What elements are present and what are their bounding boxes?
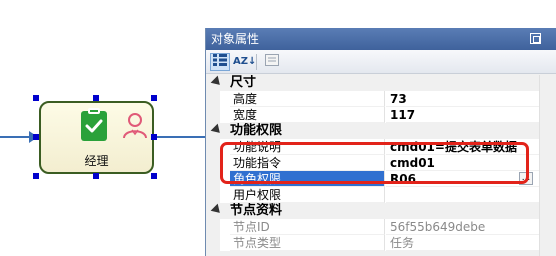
resize-handle-bottom[interactable] [93, 173, 99, 179]
panel-title: 对象属性 [211, 32, 260, 46]
resize-handle-bottom-left[interactable] [33, 173, 39, 179]
property-pages-icon[interactable] [262, 53, 282, 71]
property-value: 任务 [386, 235, 556, 251]
vertical-scrollbar[interactable] [539, 75, 556, 256]
category-label: 尺寸 [230, 75, 257, 90]
category-node-info[interactable]: 节点资料 [206, 203, 556, 219]
sort-alphabetical-button[interactable]: AZ↓ [232, 53, 256, 71]
panel-title-bar[interactable]: 对象属性 [206, 28, 556, 50]
resize-handle-top-left[interactable] [33, 95, 39, 101]
categorized-view-icon[interactable] [210, 53, 230, 71]
property-row-height[interactable]: 高度 73 [206, 91, 556, 107]
property-value[interactable]: 73 [386, 91, 556, 107]
property-value: 56f55b649debe [386, 219, 556, 235]
property-row-node-type[interactable]: 节点类型 任务 [206, 235, 556, 251]
category-size[interactable]: 尺寸 [206, 75, 556, 91]
resize-handle-top-right[interactable] [151, 95, 157, 101]
property-name: 高度 [230, 91, 385, 107]
category-label: 节点资料 [230, 203, 283, 218]
user-role-icon [121, 110, 149, 140]
outgoing-connector[interactable] [154, 136, 205, 138]
property-value[interactable] [386, 187, 556, 203]
toolbar-divider [256, 54, 257, 70]
property-value[interactable]: 117 [386, 107, 556, 123]
property-row-node-id[interactable]: 节点ID 56f55b649debe [206, 219, 556, 235]
resize-handle-bottom-right[interactable] [151, 173, 157, 179]
property-name: 节点ID [230, 219, 385, 235]
property-row-user-permission[interactable]: 用户权限 [206, 187, 556, 203]
category-function-permissions[interactable]: 功能权限 [206, 123, 556, 139]
property-toolbar: AZ↓ [206, 50, 556, 74]
highlight-annotation [220, 142, 529, 184]
flow-canvas[interactable]: 经理 [0, 0, 205, 256]
flow-node-manager[interactable]: 经理 [39, 101, 154, 174]
resize-handle-top[interactable] [93, 95, 99, 101]
resize-handle-left[interactable] [33, 134, 39, 140]
resize-handle-right[interactable] [151, 134, 157, 140]
task-check-icon [81, 108, 107, 141]
category-label: 功能权限 [230, 123, 283, 138]
property-name: 节点类型 [230, 235, 385, 251]
restore-window-icon[interactable] [530, 33, 541, 44]
node-label: 经理 [84, 154, 109, 168]
property-name: 用户权限 [230, 187, 385, 203]
property-name: 宽度 [230, 107, 385, 123]
property-row-width[interactable]: 宽度 117 [206, 107, 556, 123]
